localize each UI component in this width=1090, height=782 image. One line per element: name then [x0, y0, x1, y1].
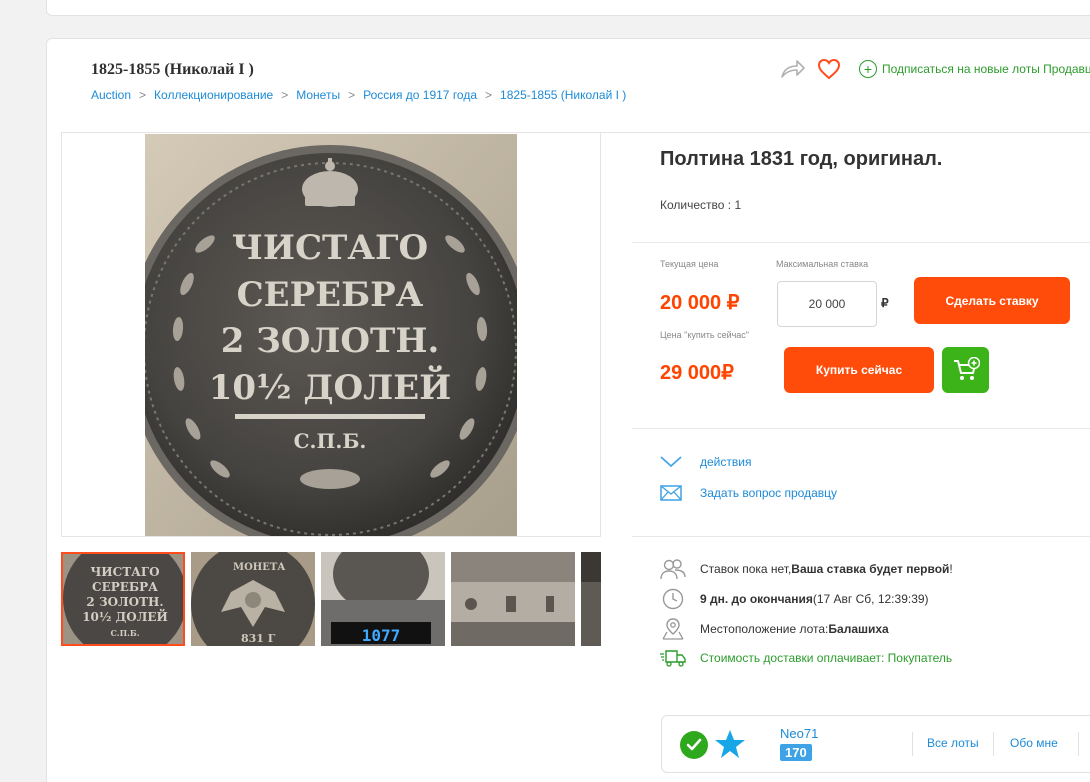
current-price-label: Текущая цена [660, 259, 719, 269]
scale-readout: 1077 [362, 626, 401, 645]
bids-bold: Ваша ставка будет первой [791, 562, 950, 576]
add-to-cart-button[interactable] [942, 347, 989, 393]
shipping-info: Стоимость доставки оплачивает: Покупател… [660, 648, 952, 668]
thumbnail-1[interactable]: ЧИСТАГО СЕРЕБРА 2 ЗОЛОТН. 10½ ДОЛЕЙ С.П.… [61, 552, 185, 646]
lot-title: Полтина 1831 год, оригинал. [660, 148, 943, 170]
location-pin-icon [660, 618, 686, 640]
thumb-coin-line-1: ЧИСТАГО [90, 565, 159, 579]
thumb-coin-line-3: 2 ЗОЛОТН. [86, 595, 163, 609]
thumb-coin-line-4: 10½ ДОЛЕЙ [82, 608, 168, 624]
envelope-icon [660, 485, 682, 501]
thumbnail-5[interactable] [581, 552, 601, 646]
buy-now-price-label: Цена "купить сейчас" [660, 330, 750, 340]
heart-icon[interactable] [817, 58, 841, 80]
star-icon [715, 730, 745, 758]
share-icon[interactable] [780, 59, 806, 79]
actions-label: действия [700, 455, 752, 469]
subscribe-seller-link[interactable]: + Подписаться на новые лоты Продавца [859, 60, 1090, 78]
users-icon [660, 558, 686, 580]
location-bold: Балашиха [828, 622, 889, 636]
divider [632, 428, 1090, 429]
shipping-label: Стоимость доставки оплачивает: Покупател… [700, 651, 953, 665]
coin-line-5: С.П.Б. [294, 429, 367, 453]
breadcrumb-separator: > [485, 88, 493, 102]
thumb-coin-line-5: С.П.Б. [110, 628, 139, 638]
seller-panel: Neo71 170 Все лоты Обо мне [661, 715, 1090, 773]
seller-rating-badge: 170 [780, 744, 812, 761]
bid-amount-input[interactable]: 20 000 [777, 281, 877, 327]
about-seller-link[interactable]: Обо мне [1010, 736, 1058, 750]
current-price: 20 000 ₽ [660, 292, 740, 314]
truck-icon [660, 648, 686, 668]
subscribe-label: Подписаться на новые лоты Продавца [882, 62, 1090, 76]
divider [1078, 732, 1079, 756]
divider [632, 536, 1090, 537]
divider [912, 732, 913, 756]
thumb-year-legend: 831 Г [241, 632, 276, 645]
breadcrumb-separator: > [281, 88, 289, 102]
place-bid-button[interactable]: Сделать ставку [914, 277, 1070, 324]
divider [632, 242, 1090, 243]
bids-info: Ставок пока нет, Ваша ставка будет перво… [660, 558, 953, 580]
main-lot-photo[interactable]: ЧИСТАГО СЕРЕБРА 2 ЗОЛОТН. 10½ ДОЛЕЙ С.П.… [145, 134, 517, 536]
clock-icon [660, 588, 686, 610]
category-title: 1825-1855 (Николай I ) [91, 61, 254, 78]
quantity-text: Количество : 1 [660, 198, 742, 212]
thumb-coin-line-2: СЕРЕБРА [92, 580, 158, 594]
breadcrumb-auction[interactable]: Auction [91, 88, 131, 102]
coin-image: ЧИСТАГО СЕРЕБРА 2 ЗОЛОТН. 10½ ДОЛЕЙ С.П.… [145, 134, 517, 536]
thumb-edge-legend: МОНЕТА [233, 562, 286, 573]
all-lots-link[interactable]: Все лоты [927, 736, 979, 750]
breadcrumb: Auction > Коллекционирование > Монеты > Россия… [91, 88, 626, 102]
thumbnail-4[interactable] [451, 552, 575, 646]
check-icon [680, 731, 708, 759]
actions-toggle[interactable]: действия [660, 455, 751, 469]
time-left-bold: 9 дн. до окончания [700, 592, 813, 606]
plus-circle-icon: + [859, 60, 877, 78]
ask-seller-link[interactable]: Задать вопрос продавцу [660, 485, 837, 501]
thumbnail-2[interactable]: МОНЕТА 831 Г [191, 552, 315, 646]
coin-line-4: 10½ ДОЛЕЙ [209, 365, 452, 408]
breadcrumb-collecting[interactable]: Коллекционирование [154, 88, 273, 102]
coin-line-1: ЧИСТАГО [232, 228, 428, 268]
seller-name[interactable]: Neo71 [780, 726, 818, 741]
thumbnail-strip: ЧИСТАГО СЕРЕБРА 2 ЗОЛОТН. 10½ ДОЛЕЙ С.П.… [61, 552, 601, 646]
coin-line-3: 2 ЗОЛОТН. [221, 321, 440, 361]
time-left-rest: (17 Авг Сб, 12:39:39) [812, 592, 929, 606]
lot-card: 1825-1855 (Николай I ) Auction > Коллекцио… [46, 38, 1090, 782]
buy-now-button[interactable]: Купить сейчас [784, 347, 934, 393]
divider [993, 732, 994, 756]
breadcrumb-separator: > [348, 88, 356, 102]
previous-card [46, 0, 1090, 16]
bids-suffix: ! [949, 562, 953, 576]
bids-prefix: Ставок пока нет, [700, 562, 792, 576]
breadcrumb-russia-pre-1917[interactable]: Россия до 1917 года [363, 88, 477, 102]
max-bid-label: Максимальная ставка [776, 259, 869, 269]
chevron-down-icon [660, 456, 682, 468]
cart-plus-icon [953, 357, 980, 380]
breadcrumb-separator: > [139, 88, 147, 102]
breadcrumb-coins[interactable]: Монеты [296, 88, 340, 102]
bid-currency: ₽ [881, 296, 889, 310]
coin-line-2: СЕРЕБРА [237, 275, 424, 315]
breadcrumb-nicholas-i[interactable]: 1825-1855 (Николай I ) [500, 88, 626, 102]
location-prefix: Местоположение лота: [700, 622, 829, 636]
location-info: Местоположение лота: Балашиха [660, 618, 889, 640]
buy-now-price: 29 000₽ [660, 362, 734, 384]
ask-seller-label: Задать вопрос продавцу [700, 486, 838, 500]
thumbnail-3[interactable]: 1077 [321, 552, 445, 646]
time-left-info: 9 дн. до окончания (17 Авг Сб, 12:39:39) [660, 588, 929, 610]
